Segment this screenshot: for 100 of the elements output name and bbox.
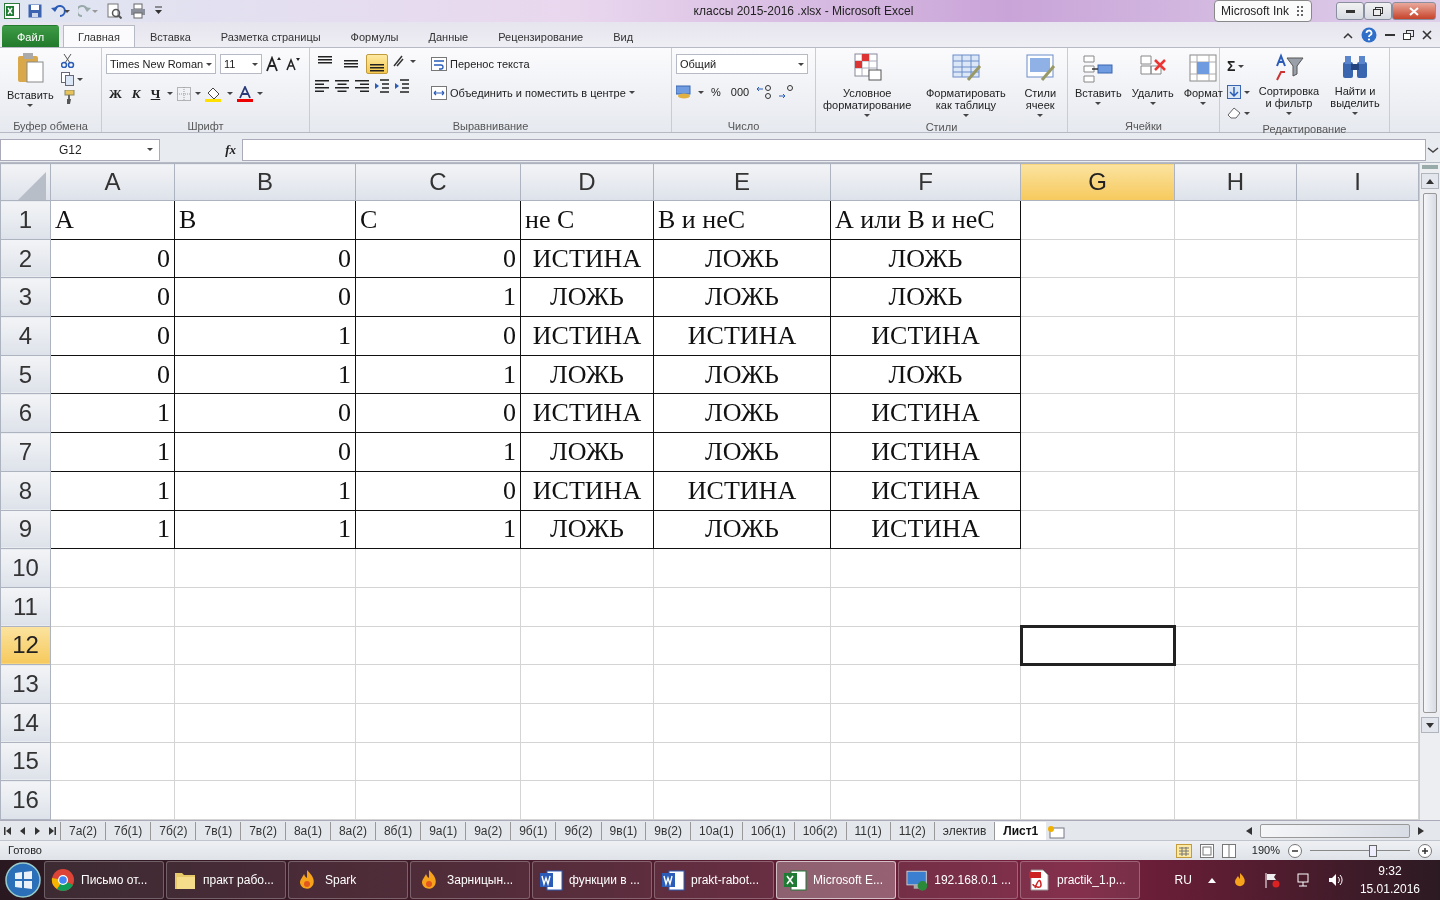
zoom-in-icon[interactable] — [1418, 843, 1432, 858]
taskbar-button[interactable]: функции в ... — [532, 861, 652, 899]
start-button-icon[interactable] — [4, 861, 42, 899]
scroll-thumb[interactable] — [1423, 193, 1437, 713]
row-header[interactable]: 2 — [0, 239, 51, 278]
taskbar-button[interactable]: Spark — [288, 861, 408, 899]
collapse-ribbon-icon[interactable] — [1343, 31, 1353, 39]
conditional-format-button[interactable]: Условное форматирование — [820, 50, 915, 119]
copy-icon[interactable] — [60, 72, 83, 86]
column-header[interactable]: F — [830, 163, 1021, 201]
font-name-field[interactable]: Times New Roman — [106, 54, 216, 74]
row-header[interactable]: 16 — [0, 780, 51, 820]
grow-font-icon[interactable] — [266, 56, 282, 72]
next-sheet-icon[interactable] — [34, 827, 41, 835]
printer-icon[interactable] — [130, 3, 146, 19]
row-header[interactable]: 1 — [0, 200, 51, 240]
format-table-button[interactable]: Форматировать как таблицу — [918, 50, 1014, 119]
text-orientation-icon[interactable] — [392, 54, 416, 68]
ribbon-tab[interactable]: Файл — [2, 25, 60, 47]
taskbar-button[interactable]: Зарницын... — [410, 861, 530, 899]
vertical-align-button[interactable] — [366, 54, 388, 74]
row-header[interactable]: 14 — [0, 703, 51, 743]
excel-icon[interactable] — [4, 3, 20, 19]
ribbon-tab[interactable]: Разметка страницы — [205, 25, 336, 47]
row-header[interactable]: 12 — [0, 626, 51, 665]
increase-indent-icon[interactable] — [394, 78, 410, 94]
horizontal-scroll-thumb[interactable] — [1260, 824, 1410, 838]
ribbon-tab[interactable]: Вставка — [134, 25, 206, 47]
currency-icon[interactable] — [676, 85, 694, 100]
ribbon-tab[interactable]: Вид — [598, 25, 649, 47]
close-icon[interactable] — [1422, 30, 1432, 40]
page-break-icon[interactable] — [1221, 843, 1236, 858]
cell-styles-button[interactable]: Стили ячеек — [1017, 50, 1063, 119]
row-header[interactable]: 11 — [0, 587, 51, 627]
column-header[interactable]: B — [174, 163, 356, 201]
taskbar-button[interactable]: Microsoft E... — [776, 861, 896, 899]
flag-icon[interactable] — [1263, 872, 1280, 888]
first-sheet-icon[interactable] — [4, 827, 11, 835]
column-header[interactable]: D — [520, 163, 654, 201]
taskbar-button[interactable]: practik_1.p... — [1020, 861, 1140, 899]
zoom-out-icon[interactable] — [1288, 843, 1302, 858]
font-size-field[interactable]: 11 — [220, 54, 262, 74]
clock[interactable]: 9:32 15.01.2016 — [1359, 862, 1420, 898]
last-sheet-icon[interactable] — [49, 827, 56, 835]
taskbar-button[interactable]: 192.168.0.1 ... — [898, 861, 1018, 899]
undo-icon[interactable] — [50, 4, 70, 18]
sort-filter-button[interactable]: Сортировка и фильтр — [1257, 50, 1321, 121]
scissors-icon[interactable] — [60, 54, 75, 68]
taskbar-button[interactable]: prakt-rabot... — [654, 861, 774, 899]
row-header[interactable]: 9 — [0, 510, 51, 549]
minimize-icon[interactable] — [1385, 33, 1395, 37]
customize-toolbar-icon[interactable] — [154, 6, 163, 16]
save-icon[interactable] — [28, 4, 42, 18]
scroll-right-icon[interactable] — [1418, 827, 1424, 835]
paste-button[interactable]: Вставить — [4, 50, 57, 118]
column-header[interactable]: A — [50, 163, 175, 201]
taskbar-button[interactable]: практ рабо... — [166, 861, 286, 899]
row-header[interactable]: 6 — [0, 393, 51, 433]
row-header[interactable]: 3 — [0, 277, 51, 317]
ribbon-tab[interactable]: Рецензирование — [483, 25, 599, 47]
active-cell[interactable] — [1020, 626, 1175, 665]
minimize-button[interactable] — [1336, 2, 1364, 20]
fill-color-icon[interactable] — [205, 85, 224, 102]
align-right-icon[interactable] — [354, 78, 370, 94]
restore-button[interactable] — [1364, 2, 1392, 20]
column-header[interactable]: G — [1020, 163, 1175, 201]
restore-icon[interactable] — [1403, 30, 1414, 40]
vertical-scrollbar[interactable] — [1419, 163, 1440, 820]
print-preview-icon[interactable] — [106, 3, 122, 19]
column-header[interactable]: I — [1296, 163, 1419, 201]
expand-formula-icon[interactable] — [1426, 144, 1440, 155]
align-center-icon[interactable] — [334, 78, 350, 94]
column-header[interactable]: H — [1174, 163, 1297, 201]
ribbon-tab[interactable]: Главная — [63, 25, 135, 47]
normal-view-icon[interactable] — [1175, 843, 1192, 858]
slider-thumb[interactable] — [1368, 844, 1377, 857]
name-box[interactable]: G12 — [0, 138, 160, 161]
row-header[interactable]: 15 — [0, 742, 51, 781]
previous-sheet-icon[interactable] — [19, 827, 26, 835]
ribbon-tab[interactable]: Формулы — [335, 25, 414, 47]
language-indicator[interactable]: RU — [1174, 871, 1192, 889]
taskbar-button[interactable]: Письмо от... — [44, 861, 164, 899]
row-header[interactable]: 7 — [0, 432, 51, 472]
scroll-down-icon[interactable] — [1426, 722, 1434, 728]
autosum-button[interactable]: Σ — [1224, 54, 1253, 79]
find-select-button[interactable]: Найти и выделить — [1325, 50, 1385, 121]
font-color-icon[interactable] — [237, 85, 254, 102]
thousands-separator-button[interactable]: 000 — [727, 82, 753, 103]
row-header[interactable]: 4 — [0, 316, 51, 356]
insert-cells-button[interactable]: Вставить — [1072, 50, 1125, 118]
page-layout-icon[interactable] — [1199, 843, 1214, 858]
delete-cells-button[interactable]: Удалить — [1128, 50, 1177, 118]
bold-button[interactable]: Ж — [106, 82, 125, 106]
zoom-slider[interactable] — [1310, 843, 1410, 858]
merge-center-button[interactable]: Объединить и поместить в центре — [428, 82, 638, 103]
row-header[interactable]: 8 — [0, 471, 51, 510]
scroll-up-icon[interactable] — [1426, 178, 1434, 184]
italic-button[interactable]: К — [128, 82, 144, 106]
ink-panel-button[interactable]: Microsoft Ink — [1214, 0, 1312, 22]
percent-button[interactable]: % — [708, 82, 724, 103]
